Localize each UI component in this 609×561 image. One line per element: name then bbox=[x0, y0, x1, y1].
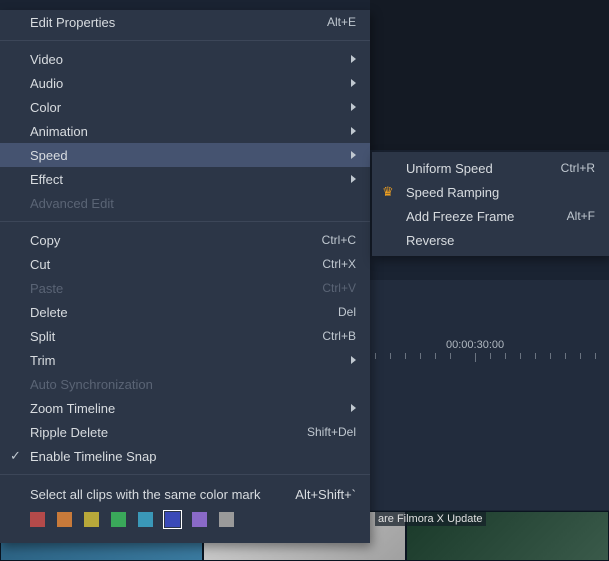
submenu-add-freeze-frame[interactable]: Add Freeze Frame Alt+F bbox=[372, 204, 609, 228]
context-menu: Edit Properties Alt+E Video Audio Color … bbox=[0, 10, 370, 543]
timeline-timecode: 00:00:30:00 bbox=[446, 339, 504, 351]
chevron-right-icon bbox=[351, 356, 356, 364]
menu-video[interactable]: Video bbox=[0, 47, 370, 71]
menu-label: Delete bbox=[30, 305, 338, 320]
menu-zoom-timeline[interactable]: Zoom Timeline bbox=[0, 396, 370, 420]
clip-title-overlay: are Filmora X Update bbox=[375, 512, 486, 526]
menu-speed[interactable]: Speed bbox=[0, 143, 370, 167]
crown-icon: ♛ bbox=[382, 184, 394, 200]
menu-animation[interactable]: Animation bbox=[0, 119, 370, 143]
color-swatch-green[interactable] bbox=[111, 512, 126, 527]
color-mark-label: Select all clips with the same color mar… bbox=[30, 487, 260, 502]
chevron-right-icon bbox=[351, 103, 356, 111]
menu-label: Speed bbox=[30, 148, 343, 163]
color-swatch-row bbox=[30, 512, 356, 527]
color-swatch-blue[interactable] bbox=[165, 512, 180, 527]
color-swatch-red[interactable] bbox=[30, 512, 45, 527]
menu-label: Copy bbox=[30, 233, 322, 248]
submenu-speed-ramping[interactable]: ♛ Speed Ramping bbox=[372, 180, 609, 204]
menu-label: Zoom Timeline bbox=[30, 401, 343, 416]
menu-label: Speed Ramping bbox=[406, 185, 595, 200]
menu-separator bbox=[0, 40, 370, 41]
chevron-right-icon bbox=[351, 404, 356, 412]
menu-label: Ripple Delete bbox=[30, 425, 307, 440]
menu-shortcut: Alt+Shift+` bbox=[295, 487, 356, 502]
menu-shortcut: Ctrl+B bbox=[322, 329, 356, 343]
menu-shortcut: Alt+E bbox=[327, 15, 356, 29]
menu-enable-snap[interactable]: ✓ Enable Timeline Snap bbox=[0, 444, 370, 468]
menu-paste: Paste Ctrl+V bbox=[0, 276, 370, 300]
menu-shortcut: Ctrl+X bbox=[322, 257, 356, 271]
menu-label: Audio bbox=[30, 76, 343, 91]
menu-shortcut: Alt+F bbox=[567, 209, 595, 223]
menu-copy[interactable]: Copy Ctrl+C bbox=[0, 228, 370, 252]
preview-area bbox=[370, 0, 609, 150]
timeline-ruler[interactable] bbox=[370, 353, 609, 363]
menu-label: Cut bbox=[30, 257, 322, 272]
color-swatch-gray[interactable] bbox=[219, 512, 234, 527]
chevron-right-icon bbox=[351, 175, 356, 183]
menu-separator bbox=[0, 221, 370, 222]
color-swatch-purple[interactable] bbox=[192, 512, 207, 527]
menu-label: Paste bbox=[30, 281, 322, 296]
color-swatch-orange[interactable] bbox=[57, 512, 72, 527]
menu-shortcut: Ctrl+V bbox=[322, 281, 356, 295]
menu-trim[interactable]: Trim bbox=[0, 348, 370, 372]
menu-label: Split bbox=[30, 329, 322, 344]
menu-shortcut: Del bbox=[338, 305, 356, 319]
menu-edit-properties[interactable]: Edit Properties Alt+E bbox=[0, 10, 370, 34]
menu-label: Color bbox=[30, 100, 343, 115]
menu-cut[interactable]: Cut Ctrl+X bbox=[0, 252, 370, 276]
menu-label: Animation bbox=[30, 124, 343, 139]
menu-split[interactable]: Split Ctrl+B bbox=[0, 324, 370, 348]
timeline-area bbox=[370, 280, 609, 510]
speed-submenu: Uniform Speed Ctrl+R ♛ Speed Ramping Add… bbox=[372, 152, 609, 256]
chevron-right-icon bbox=[351, 151, 356, 159]
menu-label: Edit Properties bbox=[30, 15, 327, 30]
color-mark-section: Select all clips with the same color mar… bbox=[0, 481, 370, 533]
chevron-right-icon bbox=[351, 55, 356, 63]
menu-label: Uniform Speed bbox=[406, 161, 561, 176]
menu-label: Add Freeze Frame bbox=[406, 209, 567, 224]
menu-delete[interactable]: Delete Del bbox=[0, 300, 370, 324]
menu-advanced-edit: Advanced Edit bbox=[0, 191, 370, 215]
menu-label: Trim bbox=[30, 353, 343, 368]
chevron-right-icon bbox=[351, 127, 356, 135]
color-swatch-yellow[interactable] bbox=[84, 512, 99, 527]
menu-label: Effect bbox=[30, 172, 343, 187]
menu-ripple-delete[interactable]: Ripple Delete Shift+Del bbox=[0, 420, 370, 444]
submenu-reverse[interactable]: Reverse bbox=[372, 228, 609, 252]
menu-shortcut: Ctrl+C bbox=[322, 233, 356, 247]
menu-separator bbox=[0, 474, 370, 475]
menu-auto-sync: Auto Synchronization bbox=[0, 372, 370, 396]
menu-label: Advanced Edit bbox=[30, 196, 356, 211]
menu-effect[interactable]: Effect bbox=[0, 167, 370, 191]
submenu-uniform-speed[interactable]: Uniform Speed Ctrl+R bbox=[372, 156, 609, 180]
menu-shortcut: Ctrl+R bbox=[561, 161, 595, 175]
menu-color[interactable]: Color bbox=[0, 95, 370, 119]
color-swatch-cyan[interactable] bbox=[138, 512, 153, 527]
menu-label: Auto Synchronization bbox=[30, 377, 356, 392]
check-icon: ✓ bbox=[10, 448, 21, 464]
menu-label: Enable Timeline Snap bbox=[30, 449, 356, 464]
menu-label: Reverse bbox=[406, 233, 595, 248]
chevron-right-icon bbox=[351, 79, 356, 87]
menu-label: Video bbox=[30, 52, 343, 67]
menu-shortcut: Shift+Del bbox=[307, 425, 356, 439]
menu-audio[interactable]: Audio bbox=[0, 71, 370, 95]
